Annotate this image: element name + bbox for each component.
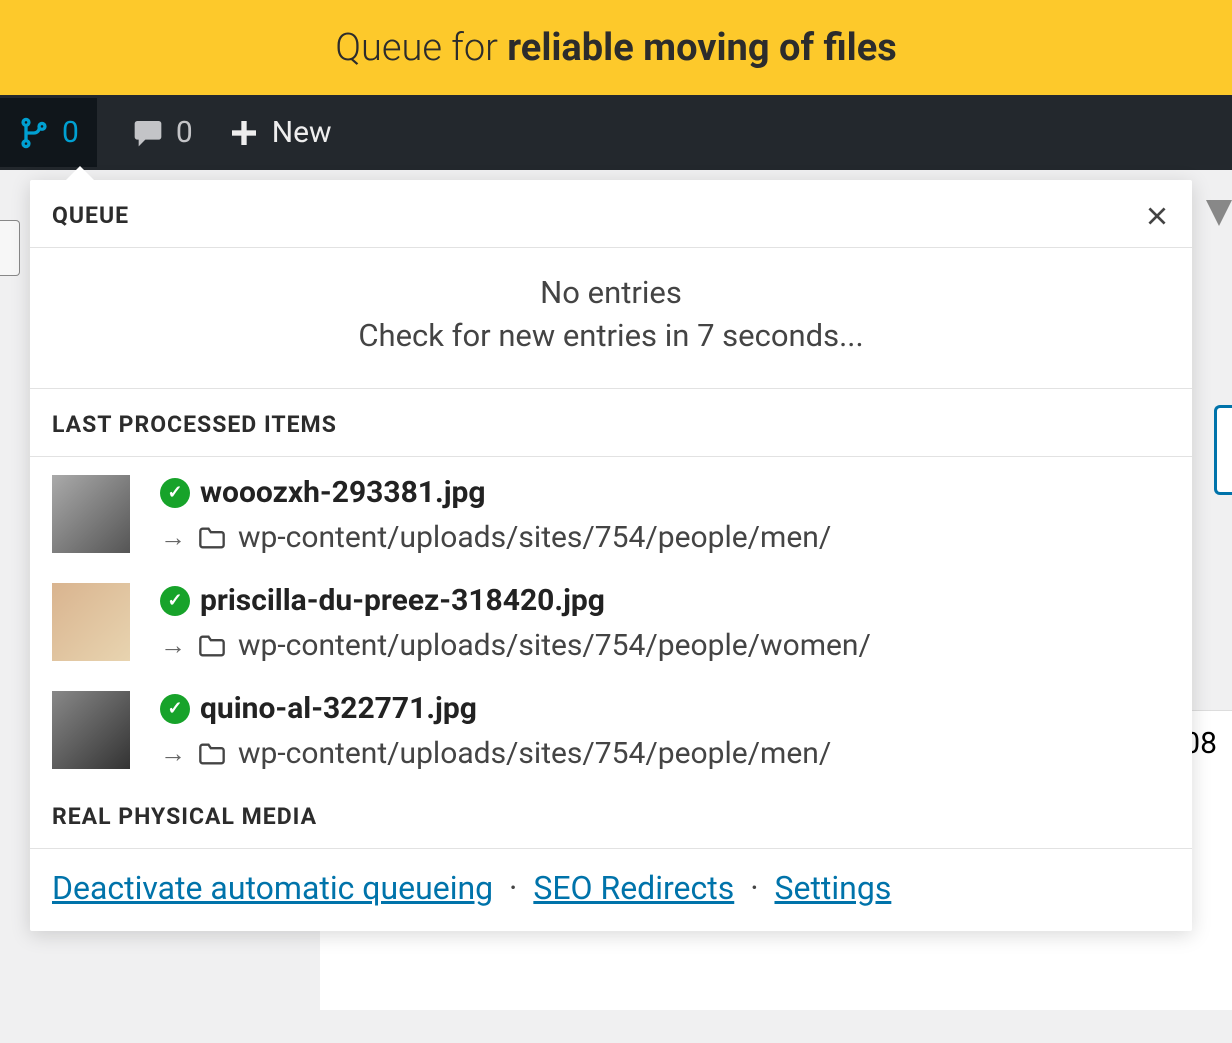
queue-indicator[interactable]: 0 [0,98,97,167]
comments-indicator[interactable]: 0 [132,115,193,150]
status-countdown: Check for new entries in 7 seconds... [30,317,1192,354]
arrow-right-icon: → [160,522,186,553]
rpm-header: REAL PHYSICAL MEDIA [30,781,1192,849]
success-check-icon: ✓ [160,478,190,508]
processed-item: ✓ priscilla-du-preez-318420.jpg → wp-conten… [30,565,1192,673]
close-icon [1144,203,1170,229]
separator: · [742,869,766,907]
seo-redirects-link[interactable]: SEO Redirects [533,869,734,907]
item-filename: priscilla-du-preez-318420.jpg [200,583,605,618]
item-thumbnail[interactable] [52,691,130,769]
success-check-icon: ✓ [160,586,190,616]
success-check-icon: ✓ [160,694,190,724]
folder-icon [198,634,226,658]
item-path: wp-content/uploads/sites/754/people/wome… [238,628,871,663]
close-button[interactable] [1144,203,1170,229]
comment-icon [132,117,164,149]
processed-item: ✓ quino-al-322771.jpg → wp-content/uploads/… [30,673,1192,781]
folder-icon [198,742,226,766]
queue-status: No entries Check for new entries in 7 se… [30,248,1192,389]
left-handle[interactable] [0,220,20,276]
folder-icon [198,526,226,550]
processed-item: ✓ wooozxh-293381.jpg → wp-content/uploads/s… [30,457,1192,565]
item-path: wp-content/uploads/sites/754/people/men/ [238,736,831,771]
queue-popover: QUEUE No entries Check for new entries i… [30,180,1192,931]
item-thumbnail[interactable] [52,583,130,661]
new-label: New [272,115,332,150]
banner-prefix: Queue for [335,26,498,70]
settings-link[interactable]: Settings [774,869,891,907]
arrow-right-icon: → [160,630,186,661]
item-path: wp-content/uploads/sites/754/people/men/ [238,520,831,555]
item-thumbnail[interactable] [52,475,130,553]
banner: Queue for reliable moving of files [0,0,1232,95]
right-tab-handle[interactable] [1214,405,1232,495]
queue-header: QUEUE [52,202,129,229]
item-filename: wooozxh-293381.jpg [200,475,486,510]
queue-count: 0 [62,115,79,150]
new-button[interactable]: New [228,115,332,150]
banner-bold: reliable moving of files [507,26,897,70]
comments-count: 0 [176,115,193,150]
footer-links: Deactivate automatic queueing · SEO Redi… [30,849,1192,931]
arrow-right-icon: → [160,738,186,769]
separator: · [501,869,525,907]
processed-header: LAST PROCESSED ITEMS [30,389,1192,457]
queue-icon [18,117,50,149]
deactivate-link[interactable]: Deactivate automatic queueing [52,869,493,907]
plus-icon [228,117,260,149]
item-filename: quino-al-322771.jpg [200,691,477,726]
admin-bar: 0 0 New [0,95,1232,170]
status-no-entries: No entries [30,274,1192,311]
